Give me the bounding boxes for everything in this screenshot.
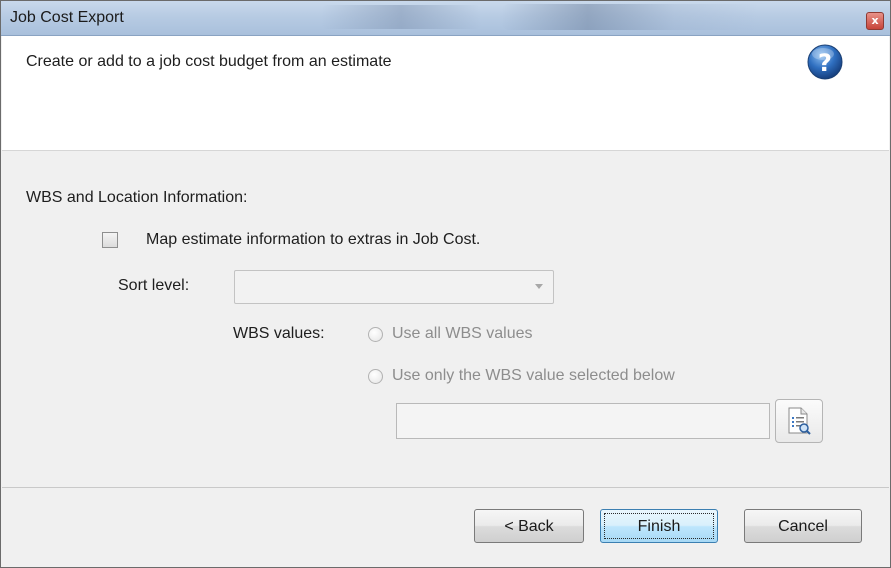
map-estimate-checkbox[interactable]	[102, 232, 118, 248]
browse-wbs-button[interactable]	[775, 399, 823, 443]
title-bar-background-blur	[321, 5, 481, 29]
use-all-wbs-radio[interactable]	[368, 327, 383, 342]
svg-text:?: ?	[818, 49, 832, 77]
back-button[interactable]: < Back	[474, 509, 584, 543]
use-selected-wbs-label[interactable]: Use only the WBS value selected below	[392, 367, 675, 385]
finish-button-label: Finish	[604, 513, 714, 539]
map-estimate-checkbox-label[interactable]: Map estimate information to extras in Jo…	[146, 231, 480, 249]
use-all-wbs-label[interactable]: Use all WBS values	[392, 325, 533, 343]
use-selected-wbs-radio[interactable]	[368, 369, 383, 384]
cancel-button[interactable]: Cancel	[744, 509, 862, 543]
header-description: Create or add to a job cost budget from …	[26, 53, 392, 70]
wbs-values-label: WBS values:	[233, 325, 325, 342]
title-bar[interactable]: Job Cost Export x	[1, 1, 890, 36]
title-bar-background-blur	[501, 4, 761, 30]
wbs-value-field[interactable]	[396, 403, 770, 439]
help-question-icon[interactable]: ?	[807, 44, 843, 80]
window-title: Job Cost Export	[10, 9, 124, 26]
finish-button[interactable]: Finish	[600, 509, 718, 543]
close-icon[interactable]: x	[866, 12, 884, 30]
sort-level-dropdown[interactable]	[234, 270, 554, 304]
sort-level-label: Sort level:	[118, 277, 190, 294]
wbs-section-heading: WBS and Location Information:	[26, 189, 248, 206]
job-cost-export-dialog: Job Cost Export x Create or add to a job…	[0, 0, 891, 568]
chevron-down-icon	[535, 284, 543, 289]
browse-list-icon	[788, 407, 811, 435]
